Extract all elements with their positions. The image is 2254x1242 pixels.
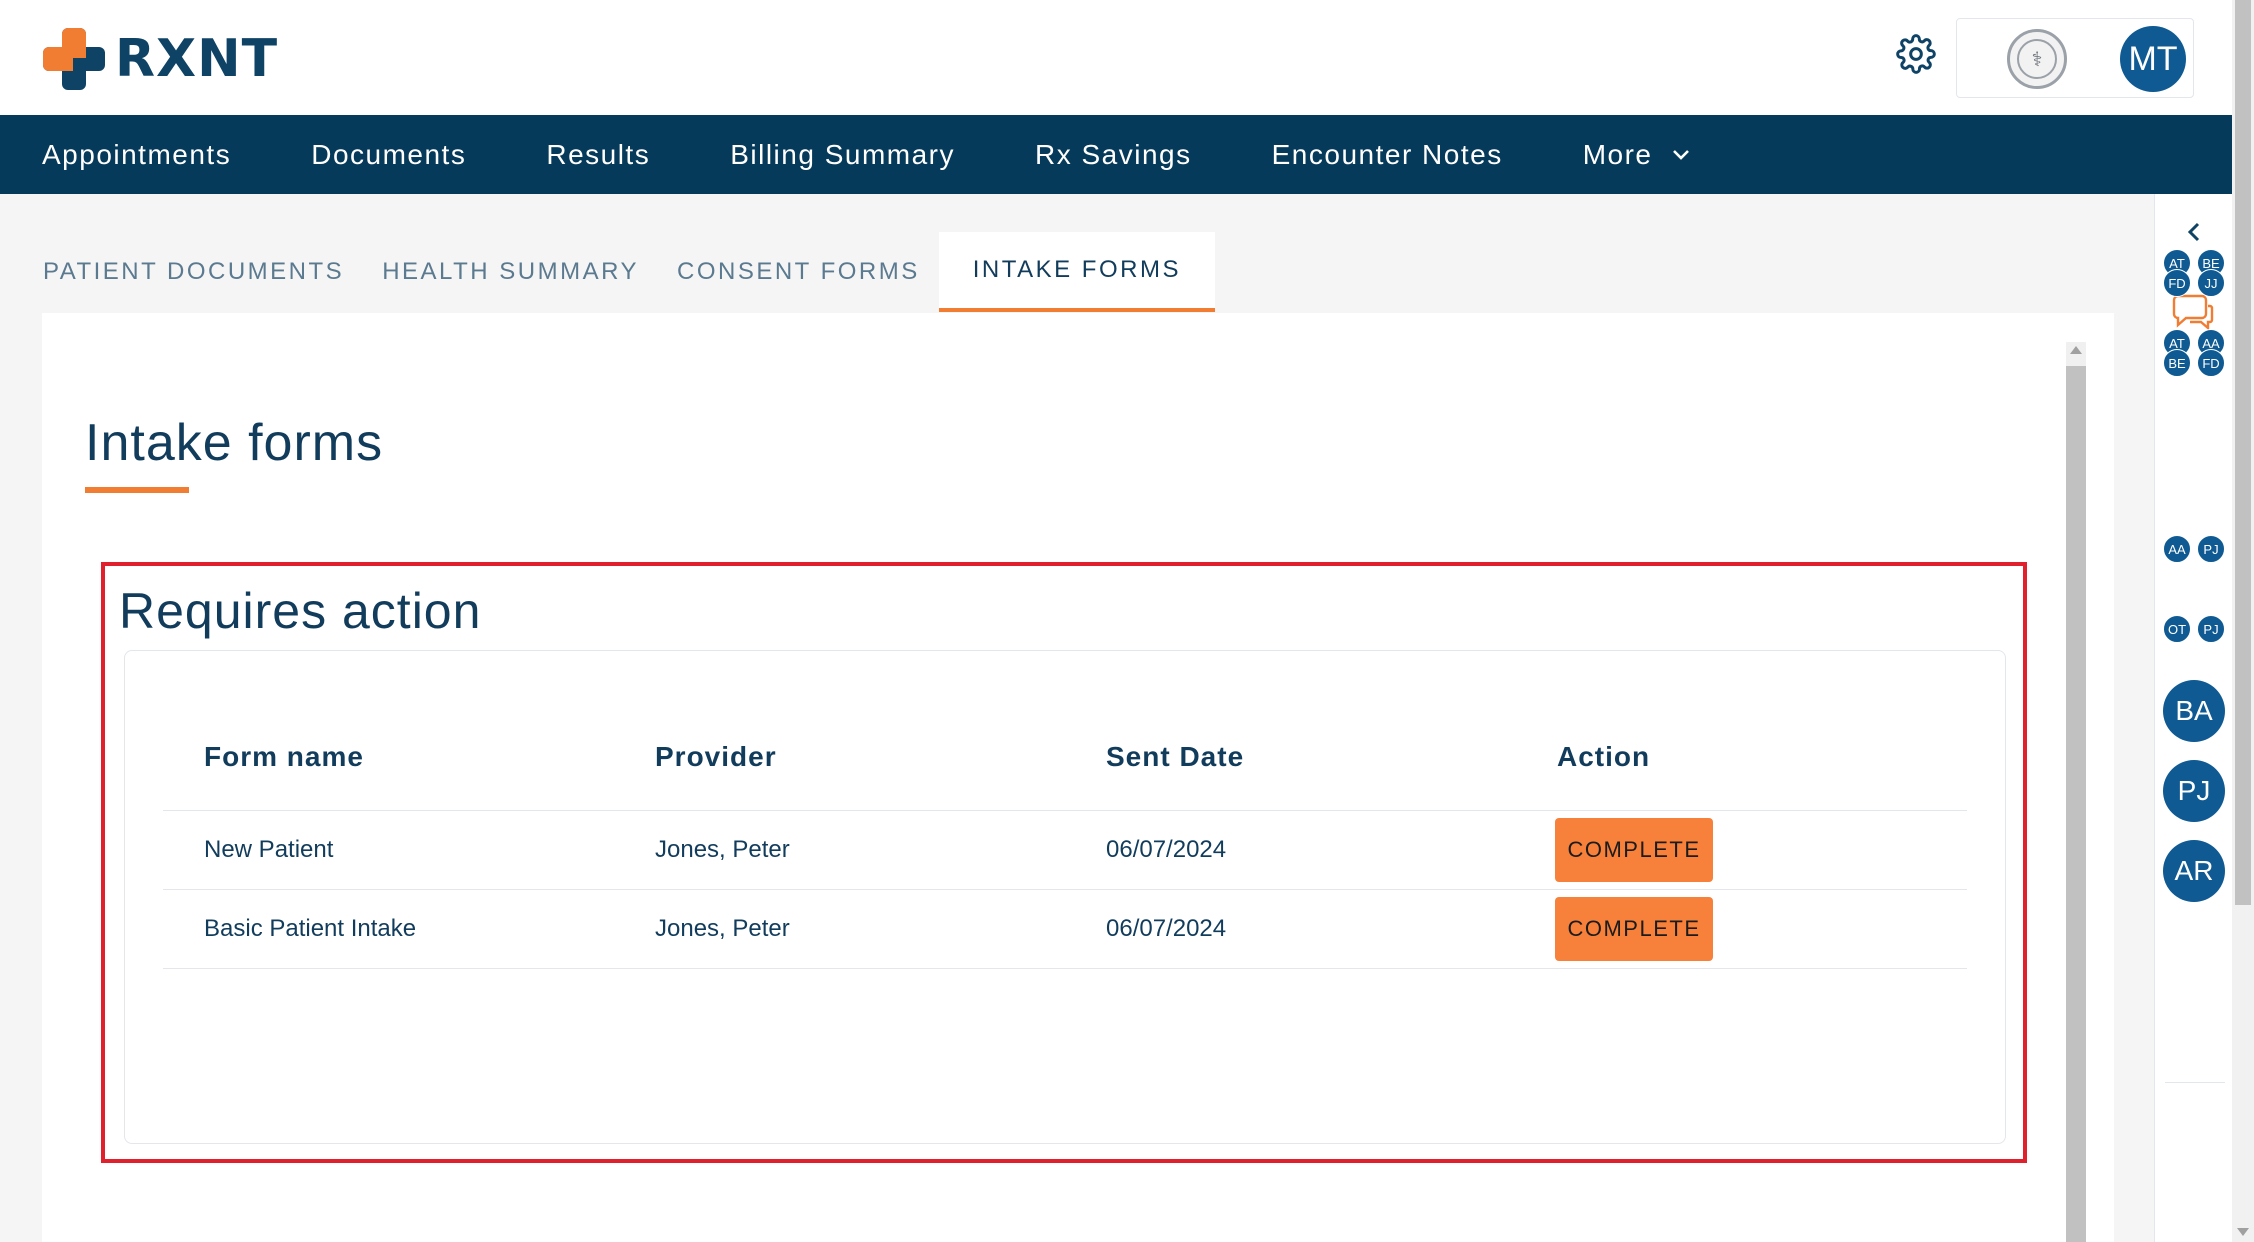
contact-avatar[interactable]: AR <box>2163 840 2225 902</box>
title-underline <box>85 487 189 493</box>
mini-avatar: FD <box>2197 349 2225 377</box>
nav-more[interactable]: More <box>1583 139 1691 171</box>
gear-icon[interactable] <box>1896 34 1936 74</box>
content-scrollbar[interactable] <box>2066 342 2086 1242</box>
nav-results[interactable]: Results <box>546 139 650 171</box>
logo-text: RXNT <box>115 29 279 89</box>
contact-avatar[interactable]: PJ <box>2163 760 2225 822</box>
table-header: Form name Provider Sent Date Action <box>163 703 1967 811</box>
scroll-up-icon[interactable] <box>2070 346 2082 354</box>
sent-date-cell: 06/07/2024 <box>1106 836 1227 863</box>
nav-appointments[interactable]: Appointments <box>42 139 231 171</box>
logo-cross-icon <box>43 28 105 90</box>
profile-menu[interactable]: ⚕ MT <box>1956 18 2194 98</box>
conversation-group[interactable]: AA PJ <box>2163 535 2229 565</box>
page-scrollbar-thumb[interactable] <box>2235 0 2251 905</box>
nav-billing-summary[interactable]: Billing Summary <box>730 139 955 171</box>
right-sidebar: AT BE FD JJ AT AA BE FD AA PJ OT PJ BA P… <box>2154 194 2232 1242</box>
action-cell: COMPLETE <box>1516 818 1967 882</box>
mini-avatar: FD <box>2163 269 2191 297</box>
provider-cell: Jones, Peter <box>655 915 790 942</box>
column-header-action: Action <box>1557 740 1651 772</box>
mini-avatar: AA <box>2163 535 2191 563</box>
conversation-group[interactable]: OT PJ <box>2163 615 2229 645</box>
scroll-down-icon[interactable] <box>2237 1228 2249 1236</box>
table-row: Basic Patient Intake Jones, Peter 06/07/… <box>163 890 1967 969</box>
nav-documents[interactable]: Documents <box>311 139 466 171</box>
nav-encounter-notes[interactable]: Encounter Notes <box>1272 139 1503 171</box>
mini-avatar: JJ <box>2197 269 2225 297</box>
conversation-group[interactable]: AT AA BE FD <box>2163 329 2229 379</box>
table-row: New Patient Jones, Peter 06/07/2024 COMP… <box>163 811 1967 890</box>
form-name-cell: Basic Patient Intake <box>204 915 417 942</box>
medical-seal-icon: ⚕ <box>2007 29 2067 89</box>
action-cell: COMPLETE <box>1516 897 1967 961</box>
column-header-form-name: Form name <box>204 740 364 772</box>
user-avatar[interactable]: MT <box>2120 26 2186 92</box>
main-content: Intake forms Requires action Form name P… <box>42 313 2114 1242</box>
form-name-cell: New Patient <box>204 836 334 863</box>
section-title: Requires action <box>119 583 482 639</box>
forms-card: Form name Provider Sent Date Action New … <box>124 650 2006 1144</box>
tab-patient-documents[interactable]: PATIENT DOCUMENTS <box>24 232 363 312</box>
tab-consent-forms[interactable]: CONSENT FORMS <box>658 232 939 312</box>
chevron-down-icon <box>1672 149 1689 160</box>
provider-cell: Jones, Peter <box>655 836 790 863</box>
sidebar-divider <box>2165 1082 2225 1083</box>
document-tabs: PATIENT DOCUMENTS HEALTH SUMMARY CONSENT… <box>43 232 1215 312</box>
complete-button[interactable]: COMPLETE <box>1555 818 1713 882</box>
tab-intake-forms[interactable]: INTAKE FORMS <box>938 232 1215 312</box>
app-header: RXNT ⚕ MT <box>0 0 2232 115</box>
main-nav: Appointments Documents Results Billing S… <box>0 115 2232 194</box>
tab-health-summary[interactable]: HEALTH SUMMARY <box>363 232 658 312</box>
page-scrollbar[interactable] <box>2232 0 2254 1242</box>
page-title: Intake forms <box>85 414 384 472</box>
mini-avatar: PJ <box>2197 535 2225 563</box>
mini-avatar: BE <box>2163 349 2191 377</box>
scrollbar-thumb[interactable] <box>2066 366 2086 1242</box>
chevron-left-icon[interactable] <box>2182 218 2206 246</box>
contact-avatar[interactable]: BA <box>2163 680 2225 742</box>
rxnt-logo[interactable]: RXNT <box>43 28 278 90</box>
nav-rx-savings[interactable]: Rx Savings <box>1035 139 1192 171</box>
sent-date-cell: 06/07/2024 <box>1106 915 1227 942</box>
nav-more-label: More <box>1582 138 1653 170</box>
requires-action-section: Requires action Form name Provider Sent … <box>101 562 2027 1163</box>
mini-avatar: PJ <box>2197 615 2225 643</box>
forms-table: Form name Provider Sent Date Action New … <box>163 703 1967 969</box>
column-header-provider: Provider <box>655 740 777 772</box>
column-header-sent-date: Sent Date <box>1106 740 1245 772</box>
conversation-group[interactable]: AT BE FD JJ <box>2163 249 2229 299</box>
complete-button[interactable]: COMPLETE <box>1555 897 1713 961</box>
mini-avatar: OT <box>2163 615 2191 643</box>
